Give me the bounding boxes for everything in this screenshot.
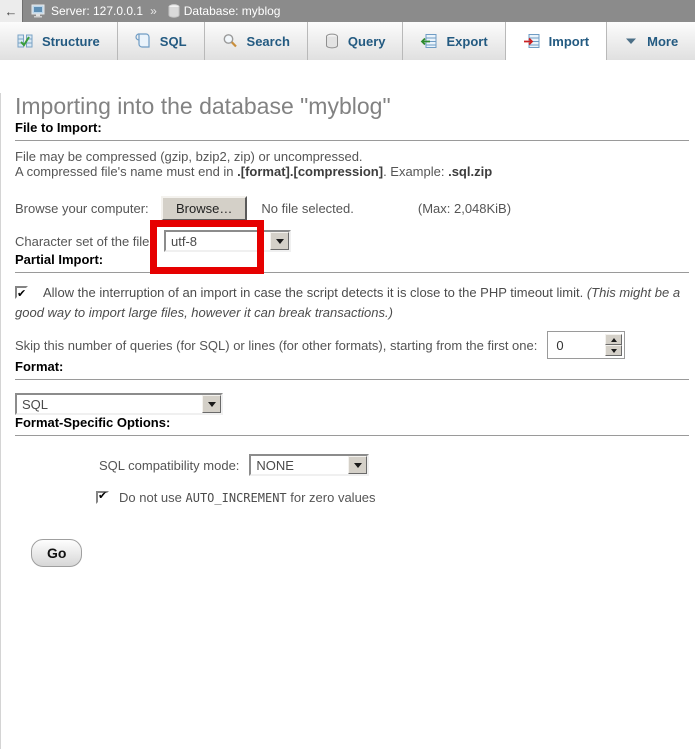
format-select-value: SQL	[17, 397, 202, 412]
file-to-import-heading: File to Import:	[15, 120, 689, 141]
sql-icon	[135, 33, 151, 49]
export-icon	[420, 33, 437, 49]
filename-note-prefix: A compressed file's name must end in	[15, 164, 237, 179]
chevron-down-icon	[624, 33, 638, 49]
charset-row: Character set of the file: utf-8	[15, 230, 689, 252]
tab-import[interactable]: Import	[506, 22, 607, 60]
tab-more[interactable]: More	[607, 22, 695, 60]
auto-increment-label: Do not use AUTO_INCREMENT for zero value…	[119, 490, 376, 505]
auto-increment-row: Do not use AUTO_INCREMENT for zero value…	[96, 490, 689, 505]
query-icon	[325, 33, 339, 49]
tab-query[interactable]: Query	[308, 22, 404, 60]
breadcrumb-separator: »	[150, 4, 157, 18]
browse-button[interactable]: Browse…	[161, 196, 247, 221]
filename-example: .sql.zip	[448, 164, 492, 179]
skip-queries-label: Skip this number of queries (for SQL) or…	[15, 338, 537, 353]
format-select[interactable]: SQL	[15, 393, 223, 415]
spin-up-button[interactable]	[605, 334, 622, 345]
sql-compat-label: SQL compatibility mode:	[99, 458, 239, 473]
tab-label: Structure	[42, 34, 100, 49]
browse-label: Browse your computer:	[15, 201, 161, 216]
tab-label: SQL	[160, 34, 187, 49]
tab-label: More	[647, 34, 678, 49]
compression-note: File may be compressed (gzip, bzip2, zip…	[15, 149, 363, 164]
chevron-down-icon	[348, 456, 367, 474]
sql-compat-row: SQL compatibility mode: NONE	[99, 454, 689, 476]
allow-interrupt-option: Allow the interruption of an import in c…	[15, 283, 683, 323]
tab-label: Search	[247, 34, 290, 49]
chevron-down-icon	[270, 232, 289, 250]
charset-select-value: utf-8	[166, 234, 270, 249]
auto-increment-code: AUTO_INCREMENT	[186, 491, 287, 505]
auto-increment-suffix: for zero values	[287, 490, 376, 505]
tab-label: Import	[549, 34, 589, 49]
structure-icon	[17, 33, 33, 49]
browse-row: Browse your computer: Browse… No file se…	[15, 195, 689, 221]
allow-interrupt-text: Allow the interruption of an import in c…	[43, 285, 587, 300]
max-upload-size: (Max: 2,048KiB)	[418, 201, 511, 216]
partial-import-heading: Partial Import:	[15, 252, 689, 273]
server-icon	[31, 4, 47, 18]
back-button[interactable]: ←	[0, 0, 23, 22]
spinner-controls	[605, 334, 622, 356]
tab-sql[interactable]: SQL	[118, 22, 205, 60]
skip-queries-row: Skip this number of queries (for SQL) or…	[15, 331, 689, 359]
main-content: Importing into the database "myblog" Fil…	[0, 93, 695, 749]
format-heading: Format:	[15, 359, 689, 380]
filename-format: .[format].[compression]	[237, 164, 383, 179]
skip-queries-input[interactable]: 0	[547, 331, 625, 359]
no-file-selected-text: No file selected.	[261, 201, 354, 216]
tab-structure[interactable]: Structure	[0, 22, 118, 60]
format-options-heading: Format-Specific Options:	[15, 415, 689, 436]
go-button[interactable]: Go	[31, 539, 82, 567]
tab-label: Export	[446, 34, 487, 49]
skip-queries-value: 0	[550, 334, 605, 356]
charset-select[interactable]: utf-8	[164, 230, 291, 252]
tab-bar: Structure SQL Search Query Export	[0, 22, 695, 60]
allow-interrupt-checkbox[interactable]	[15, 286, 28, 299]
chevron-down-icon	[202, 395, 221, 413]
sql-compat-value: NONE	[251, 458, 348, 473]
file-import-description: File may be compressed (gzip, bzip2, zip…	[15, 149, 689, 179]
back-arrow-icon: ←	[5, 4, 18, 19]
import-icon	[523, 33, 540, 49]
filename-note-mid: . Example:	[383, 164, 448, 179]
breadcrumb-database[interactable]: Database: myblog	[184, 4, 281, 18]
tab-label: Query	[348, 34, 386, 49]
database-icon	[168, 4, 180, 18]
spin-down-button[interactable]	[605, 345, 622, 356]
auto-increment-checkbox[interactable]	[96, 491, 109, 504]
breadcrumb-bar: ← Server: 127.0.0.1 » Database: myblog	[0, 0, 695, 22]
charset-label: Character set of the file:	[15, 234, 164, 249]
breadcrumb-server[interactable]: Server: 127.0.0.1	[51, 4, 143, 18]
search-icon	[222, 33, 238, 49]
tab-export[interactable]: Export	[403, 22, 505, 60]
tab-search[interactable]: Search	[205, 22, 308, 60]
auto-increment-prefix: Do not use	[119, 490, 186, 505]
sql-compat-select[interactable]: NONE	[249, 454, 369, 476]
page-title: Importing into the database "myblog"	[15, 93, 689, 120]
